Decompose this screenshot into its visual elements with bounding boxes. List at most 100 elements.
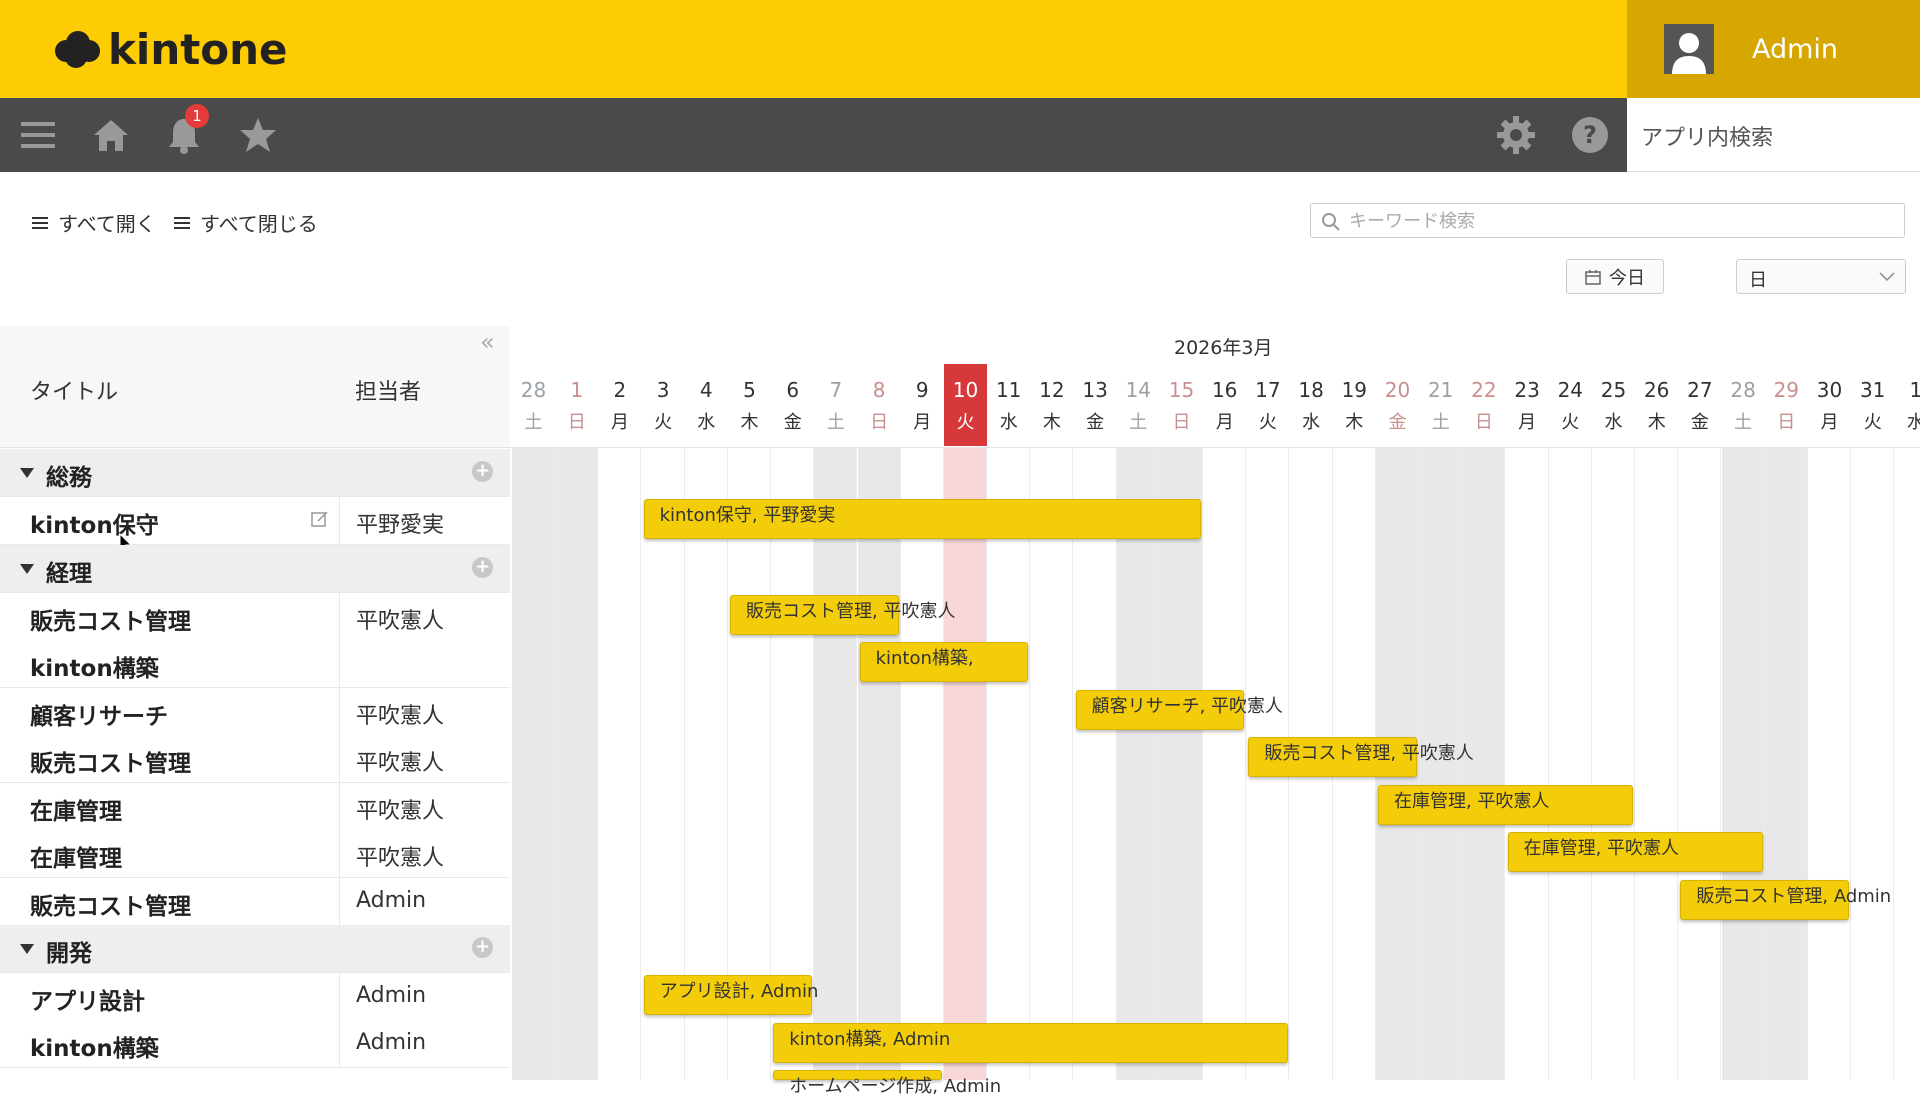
star-icon[interactable] — [235, 112, 281, 158]
day-column — [1549, 448, 1592, 1080]
group-row-general-affairs[interactable]: 総務 + — [0, 449, 510, 497]
day-header-cell: 8日 — [858, 364, 901, 446]
svg-text:?: ? — [1583, 121, 1597, 149]
day-weekday: 火 — [956, 412, 975, 433]
task-owner: Admin — [356, 983, 427, 1008]
table-row[interactable]: 在庫管理 平吹憲人 — [0, 783, 510, 831]
table-row[interactable]: 販売コスト管理 平吹憲人 — [0, 735, 510, 783]
triangle-down-icon[interactable] — [20, 944, 34, 954]
add-icon[interactable]: + — [472, 937, 493, 958]
keyword-search-box[interactable] — [1310, 203, 1905, 238]
day-column — [1030, 448, 1074, 1080]
day-column — [598, 448, 642, 1080]
table-row[interactable]: 顧客リサーチ 平吹憲人 — [0, 688, 510, 736]
day-header-cell: 13 金 — [1074, 364, 1117, 446]
group-row-accounting[interactable]: 経理 + — [0, 545, 510, 593]
today-button[interactable]: 今日 — [1566, 259, 1664, 294]
task-owner: 平吹憲人 — [356, 704, 445, 729]
task-owner: Admin — [356, 888, 427, 913]
column-header-title: タイトル — [30, 380, 119, 405]
keyword-search-input[interactable] — [1349, 208, 1889, 234]
day-weekday: 土 — [1734, 412, 1753, 433]
month-label: 2026年3月 — [1174, 337, 1273, 359]
day-column — [1506, 448, 1549, 1080]
day-column — [1074, 448, 1117, 1080]
gear-icon[interactable] — [1493, 112, 1539, 158]
day-column — [1894, 448, 1920, 1080]
day-header-cell: 1日 — [555, 364, 598, 446]
task-title: アプリ設計 — [30, 989, 145, 1015]
day-column — [1116, 448, 1160, 1080]
day-weekday: 水 — [1604, 412, 1623, 433]
day-number: 20 — [1384, 378, 1411, 402]
calendar-icon — [1585, 269, 1601, 285]
day-number: 1 — [570, 378, 584, 402]
collapse-panel-icon[interactable]: « — [480, 328, 495, 356]
triangle-down-icon[interactable] — [20, 468, 34, 478]
column-divider — [339, 688, 340, 735]
table-row[interactable]: 販売コスト管理 平吹憲人 — [0, 593, 510, 641]
task-title: 顧客リサーチ — [30, 704, 168, 730]
user-name: Admin — [1752, 33, 1839, 65]
day-number: 29 — [1773, 378, 1800, 402]
task-title: 在庫管理 — [30, 846, 122, 872]
day-header-cell: 4水 — [685, 364, 728, 446]
triangle-down-icon[interactable] — [20, 564, 34, 574]
home-icon[interactable] — [88, 112, 134, 158]
table-row[interactable]: アプリ設計 Admin — [0, 973, 510, 1021]
day-number: 6 — [786, 378, 800, 402]
day-weekday: 月 — [610, 412, 629, 433]
day-weekday: 木 — [1647, 412, 1666, 433]
day-header-cell: 14 土 — [1117, 364, 1160, 446]
day-weekday: 日 — [567, 412, 586, 433]
day-header-cell: 19 木 — [1333, 364, 1376, 446]
help-icon[interactable]: ? — [1567, 112, 1613, 158]
day-weekday: 土 — [1129, 412, 1148, 433]
day-column — [1160, 448, 1203, 1080]
gantt-bar-label: kinton構築, — [875, 648, 974, 669]
task-owner: 平野愛実 — [356, 513, 445, 538]
group-row-development[interactable]: 開発 + — [0, 925, 510, 973]
day-header-cell: 2月 — [598, 364, 641, 446]
kintone-logo[interactable]: kintone — [52, 24, 288, 74]
group-name: 経理 — [46, 561, 92, 587]
day-number: 7 — [829, 378, 843, 402]
add-icon[interactable]: + — [472, 557, 493, 578]
day-number: 15 — [1168, 378, 1195, 402]
table-row[interactable]: kinton構築 — [0, 640, 510, 688]
day-column — [555, 448, 599, 1080]
day-header-cell: 30 月 — [1808, 364, 1851, 446]
app-search-box[interactable]: アプリ内検索 — [1627, 98, 1920, 172]
table-row[interactable]: kinton構築 Admin — [0, 1020, 510, 1068]
day-header-cell: 12 木 — [1030, 364, 1073, 446]
table-row[interactable]: 販売コスト管理 Admin — [0, 878, 510, 926]
task-owner: 平吹憲人 — [356, 846, 445, 871]
column-divider — [339, 593, 340, 640]
day-number: 28 — [520, 378, 547, 402]
collapse-all-button[interactable]: すべて閉じる — [174, 208, 318, 237]
user-menu[interactable]: Admin — [1627, 0, 1920, 98]
expand-all-button[interactable]: すべて開く — [32, 208, 156, 237]
day-column — [1592, 448, 1635, 1080]
list-icon — [32, 214, 48, 232]
gantt-bar-label: 在庫管理, 平吹憲人 — [1523, 838, 1680, 859]
table-row[interactable]: 在庫管理 平吹憲人 — [0, 830, 510, 878]
app-header: kintone Admin — [0, 0, 1920, 98]
gantt-bar-label: アプリ設計, Admin — [659, 981, 819, 1002]
day-number: 21 — [1427, 378, 1454, 402]
column-divider — [339, 1020, 340, 1067]
day-column — [814, 448, 858, 1080]
day-header-cell: 5木 — [728, 364, 771, 446]
day-weekday: 日 — [1172, 412, 1191, 433]
edit-icon[interactable] — [310, 509, 330, 529]
day-number: 13 — [1082, 378, 1108, 402]
menu-icon[interactable] — [15, 112, 61, 158]
day-header-cell: 15 日 — [1160, 364, 1203, 446]
day-number: 23 — [1514, 378, 1540, 402]
day-column — [857, 448, 901, 1080]
add-icon[interactable]: + — [472, 461, 493, 482]
view-mode-select[interactable]: 日 — [1736, 259, 1906, 294]
table-row[interactable]: kinton保守 平野愛実 — [0, 497, 510, 545]
task-owner: 平吹憲人 — [356, 609, 445, 634]
day-header-cell: 21 土 — [1419, 364, 1462, 446]
